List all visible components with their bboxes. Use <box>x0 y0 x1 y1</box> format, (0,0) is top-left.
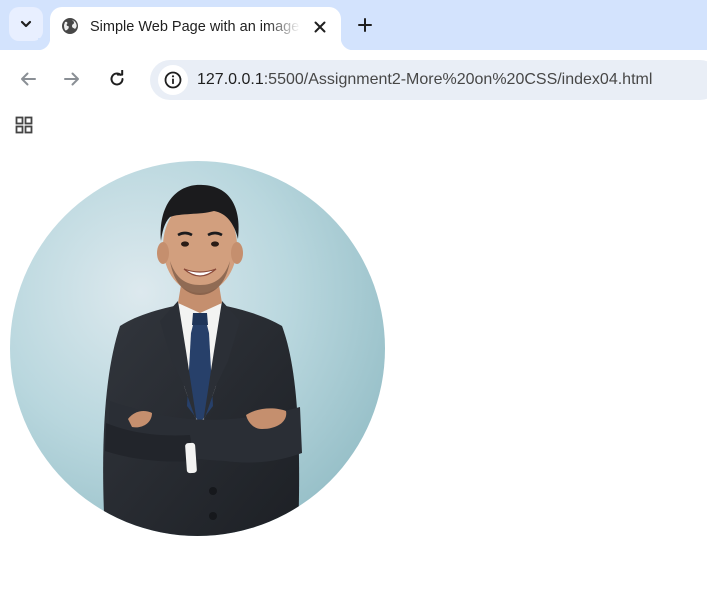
active-tab[interactable]: Simple Web Page with an image <box>38 7 353 50</box>
tab-title: Simple Web Page with an image <box>90 19 300 35</box>
globe-icon <box>62 18 78 34</box>
tab-strip: Simple Web Page with an image <box>0 0 707 50</box>
browser-toolbar: 127.0.0.1:5500/Assignment2-More%20on%20C… <box>0 50 707 108</box>
arrow-right-icon <box>64 72 79 86</box>
new-tab-button[interactable] <box>352 12 378 38</box>
url-text: 127.0.0.1:5500/Assignment2-More%20on%20C… <box>197 70 652 90</box>
reload-button[interactable] <box>102 64 132 94</box>
info-icon <box>164 71 182 89</box>
man-in-suit-illustration <box>10 161 385 536</box>
tab-search-button[interactable] <box>9 7 43 41</box>
forward-button[interactable] <box>57 64 87 94</box>
back-button[interactable] <box>13 64 43 94</box>
tab-close-button[interactable] <box>309 16 331 38</box>
profile-image <box>10 161 385 536</box>
apps-grid-icon <box>15 116 33 134</box>
url-host: 127.0.0.1 <box>197 71 264 88</box>
apps-button[interactable] <box>13 114 35 136</box>
bookmarks-bar <box>0 108 707 142</box>
close-icon <box>314 21 326 33</box>
reload-icon <box>110 70 124 86</box>
plus-icon <box>358 18 372 32</box>
site-info-button[interactable] <box>158 65 188 95</box>
page-content <box>0 142 707 616</box>
url-path: :5500/Assignment2-More%20on%20CSS/index0… <box>263 71 653 88</box>
chevron-down-icon <box>20 20 32 28</box>
arrow-left-icon <box>21 72 36 86</box>
address-bar[interactable]: 127.0.0.1:5500/Assignment2-More%20on%20C… <box>150 60 707 100</box>
